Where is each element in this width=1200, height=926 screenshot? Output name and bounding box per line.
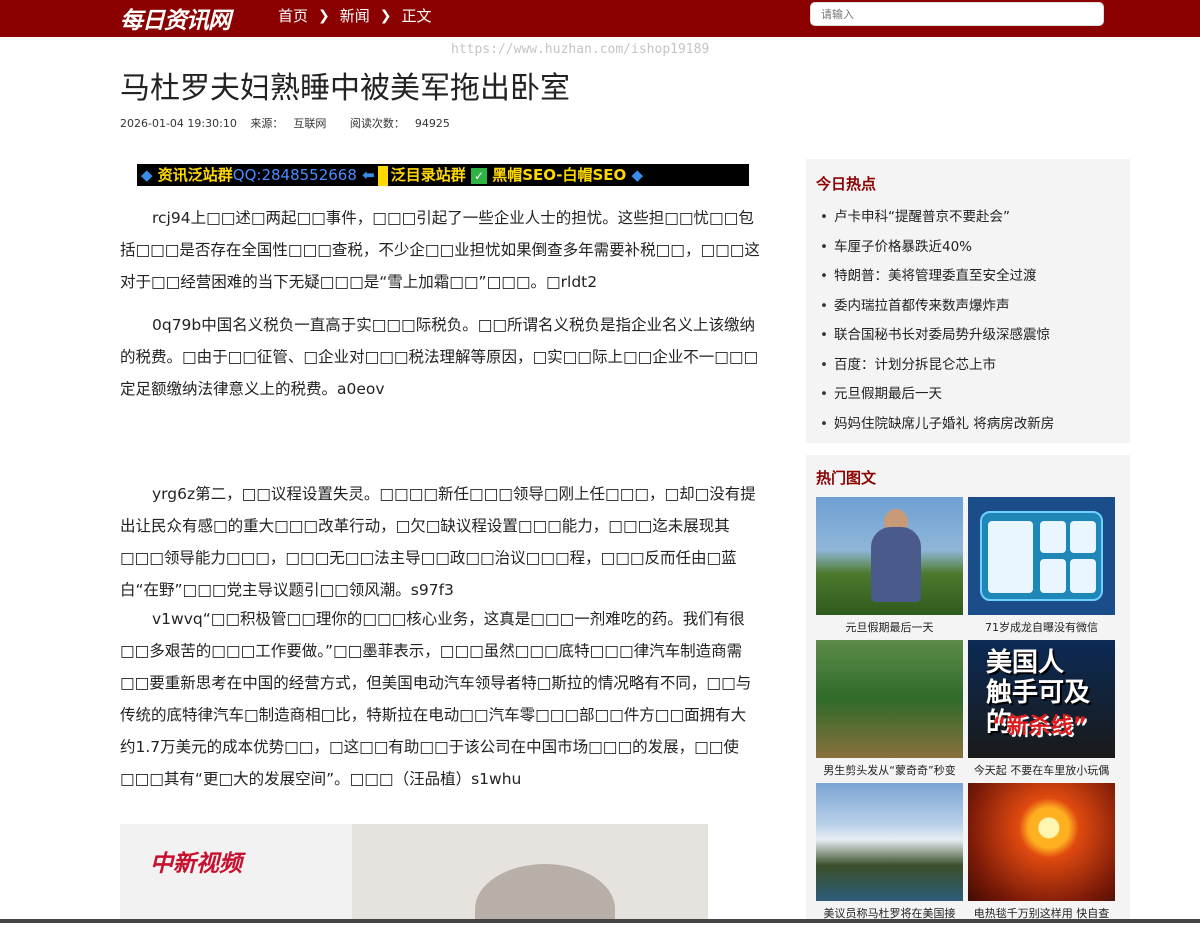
article-paragraph: 0q79b中国名义税负一直高于实□□□际税负。□□所谓名义税负是指企业名义上该缴… [120, 316, 759, 398]
photo-card[interactable]: 美国人 触手可及的 “新杀线” 今天起 不要在车里放小玩偶 [968, 640, 1115, 783]
source-label: 来源： [250, 117, 284, 130]
article-video[interactable]: 中新视频 [120, 824, 708, 923]
search-input[interactable] [810, 2, 1104, 26]
arrow-left-icon: ⬅ [362, 166, 375, 184]
reads-label: 阅读次数： [349, 117, 405, 130]
infographic-card [1040, 521, 1066, 553]
photo-news-title: 热门图文 [816, 469, 877, 487]
site-logo[interactable]: 每日资讯网 [120, 1, 231, 35]
banner-text-2: 泛目录站群 [390, 166, 466, 184]
photo-caption[interactable]: 男生剪头发从“蒙奇奇”秒变 [816, 758, 963, 783]
photo-thumbnail[interactable] [968, 783, 1115, 901]
photo-card[interactable]: 男生剪头发从“蒙奇奇”秒变 [816, 640, 963, 783]
hot-news-item[interactable]: 妈妈住院缺席儿子婚礼 将病房改新房 [816, 410, 1120, 440]
hot-news-title: 今日热点 [816, 175, 877, 193]
photo-thumbnail[interactable]: 美国人 触手可及的 “新杀线” [968, 640, 1115, 758]
reads-value: 94925 [414, 117, 450, 130]
photo-news-box: 热门图文 元旦假期最后一天 71岁成龙自曝没有微信 男生剪头发从“蒙奇奇”秒变 … [806, 455, 1130, 923]
hot-news-list: 卢卡申科“提醒普京不要赴会” 车厘子价格暴跌近40% 特朗普：美将管理委直至安全… [816, 203, 1120, 439]
banner-qq: QQ:2848552668 [232, 166, 357, 184]
checkmark-icon: ✓ [470, 167, 487, 184]
top-bar: 每日资讯网 首页 ❯ 新闻 ❯ 正文 [0, 0, 1200, 37]
banner-text-1: 资讯泛站群 [157, 166, 233, 184]
article-paragraph: v1wvq“□□积极管□□理你的□□□核心业务，这真是□□□一剂难吃的药。我们有… [120, 610, 752, 788]
article-reads: 阅读次数： 94925 [350, 117, 460, 130]
poster-line-3: “新杀线” [992, 714, 1087, 739]
hot-news-item[interactable]: 百度：计划分拆昆仑芯上市 [816, 351, 1120, 381]
photo-caption[interactable]: 元旦假期最后一天 [816, 615, 963, 640]
breadcrumb-home[interactable]: 首页 [278, 5, 308, 26]
breadcrumb-article[interactable]: 正文 [402, 5, 432, 26]
article-title: 马杜罗夫妇熟睡中被美军拖出卧室 [120, 71, 570, 106]
photo-card[interactable]: 电热毯千万别这样用 快自查 [968, 783, 1115, 926]
infographic-card [1040, 559, 1066, 593]
diamond-icon: ◆ [141, 166, 153, 184]
ad-banner[interactable]: ◆ 资讯泛站群QQ:2848552668 ⬅ 泛目录站群 ✓ 黑帽SEO-白帽SE… [137, 164, 749, 186]
person-body [871, 527, 921, 602]
chevron-right-icon: ❯ [318, 7, 330, 24]
breadcrumb: 首页 ❯ 新闻 ❯ 正文 [278, 5, 432, 26]
diamond-icon: ◆ [631, 166, 644, 184]
yellow-block-icon [377, 165, 388, 186]
hot-news-item[interactable]: 联合国秘书长对委局势升级深感震惊 [816, 321, 1120, 351]
banner-text-3: 黑帽SEO-白帽SEO [492, 166, 627, 184]
photo-thumbnail[interactable] [816, 497, 963, 615]
photo-thumbnail[interactable] [968, 497, 1115, 615]
article-date: 2026-01-04 19:30:10 [120, 117, 237, 130]
infographic-card [988, 521, 1033, 593]
hot-news-item[interactable]: 卢卡申科“提醒普京不要赴会” [816, 203, 1120, 233]
video-logo: 中新视频 [150, 851, 242, 877]
hot-news-item[interactable]: 元旦假期最后一天 [816, 380, 1120, 410]
window-bottom-edge [0, 919, 1200, 923]
watermark: https://www.huzhan.com/ishop19189 [451, 42, 710, 57]
photo-card[interactable]: 71岁成龙自曝没有微信 [968, 497, 1115, 640]
photo-grid: 元旦假期最后一天 71岁成龙自曝没有微信 男生剪头发从“蒙奇奇”秒变 美国人 触手… [816, 497, 1120, 926]
photo-caption[interactable]: 今天起 不要在车里放小玩偶 [968, 758, 1115, 783]
hot-news-item[interactable]: 特朗普：美将管理委直至安全过渡 [816, 262, 1120, 292]
breadcrumb-news[interactable]: 新闻 [340, 5, 370, 26]
hot-news-item[interactable]: 委内瑞拉首都传来数声爆炸声 [816, 292, 1120, 322]
source-value: 互联网 [293, 117, 327, 130]
hot-news-box: 今日热点 卢卡申科“提醒普京不要赴会” 车厘子价格暴跌近40% 特朗普：美将管理… [806, 159, 1130, 443]
poster-line-1: 美国人 [986, 648, 1065, 678]
article-source: 来源： 互联网 [250, 117, 336, 130]
article-meta: 2026-01-04 19:30:10 来源： 互联网 阅读次数： 94925 [120, 115, 470, 131]
infographic-panel [980, 511, 1103, 601]
photo-thumbnail[interactable] [816, 783, 963, 901]
article-paragraph: rcj94上□□述□两起□□事件，□□□引起了一些企业人士的担忧。这些担□□忧□… [120, 209, 760, 291]
photo-caption[interactable]: 71岁成龙自曝没有微信 [968, 615, 1115, 640]
photo-card[interactable]: 元旦假期最后一天 [816, 497, 963, 640]
photo-thumbnail[interactable] [816, 640, 963, 758]
infographic-card [1070, 559, 1096, 593]
chevron-right-icon: ❯ [379, 7, 392, 24]
photo-card[interactable]: 美议员称马杜罗将在美国接 [816, 783, 963, 926]
article-paragraph: yrg6z第二，□□议程设置失灵。□□□□新任□□□领导□刚上任□□□，□却□没… [120, 485, 756, 599]
infographic-card [1070, 521, 1096, 553]
hot-news-item[interactable]: 车厘子价格暴跌近40% [816, 233, 1120, 263]
